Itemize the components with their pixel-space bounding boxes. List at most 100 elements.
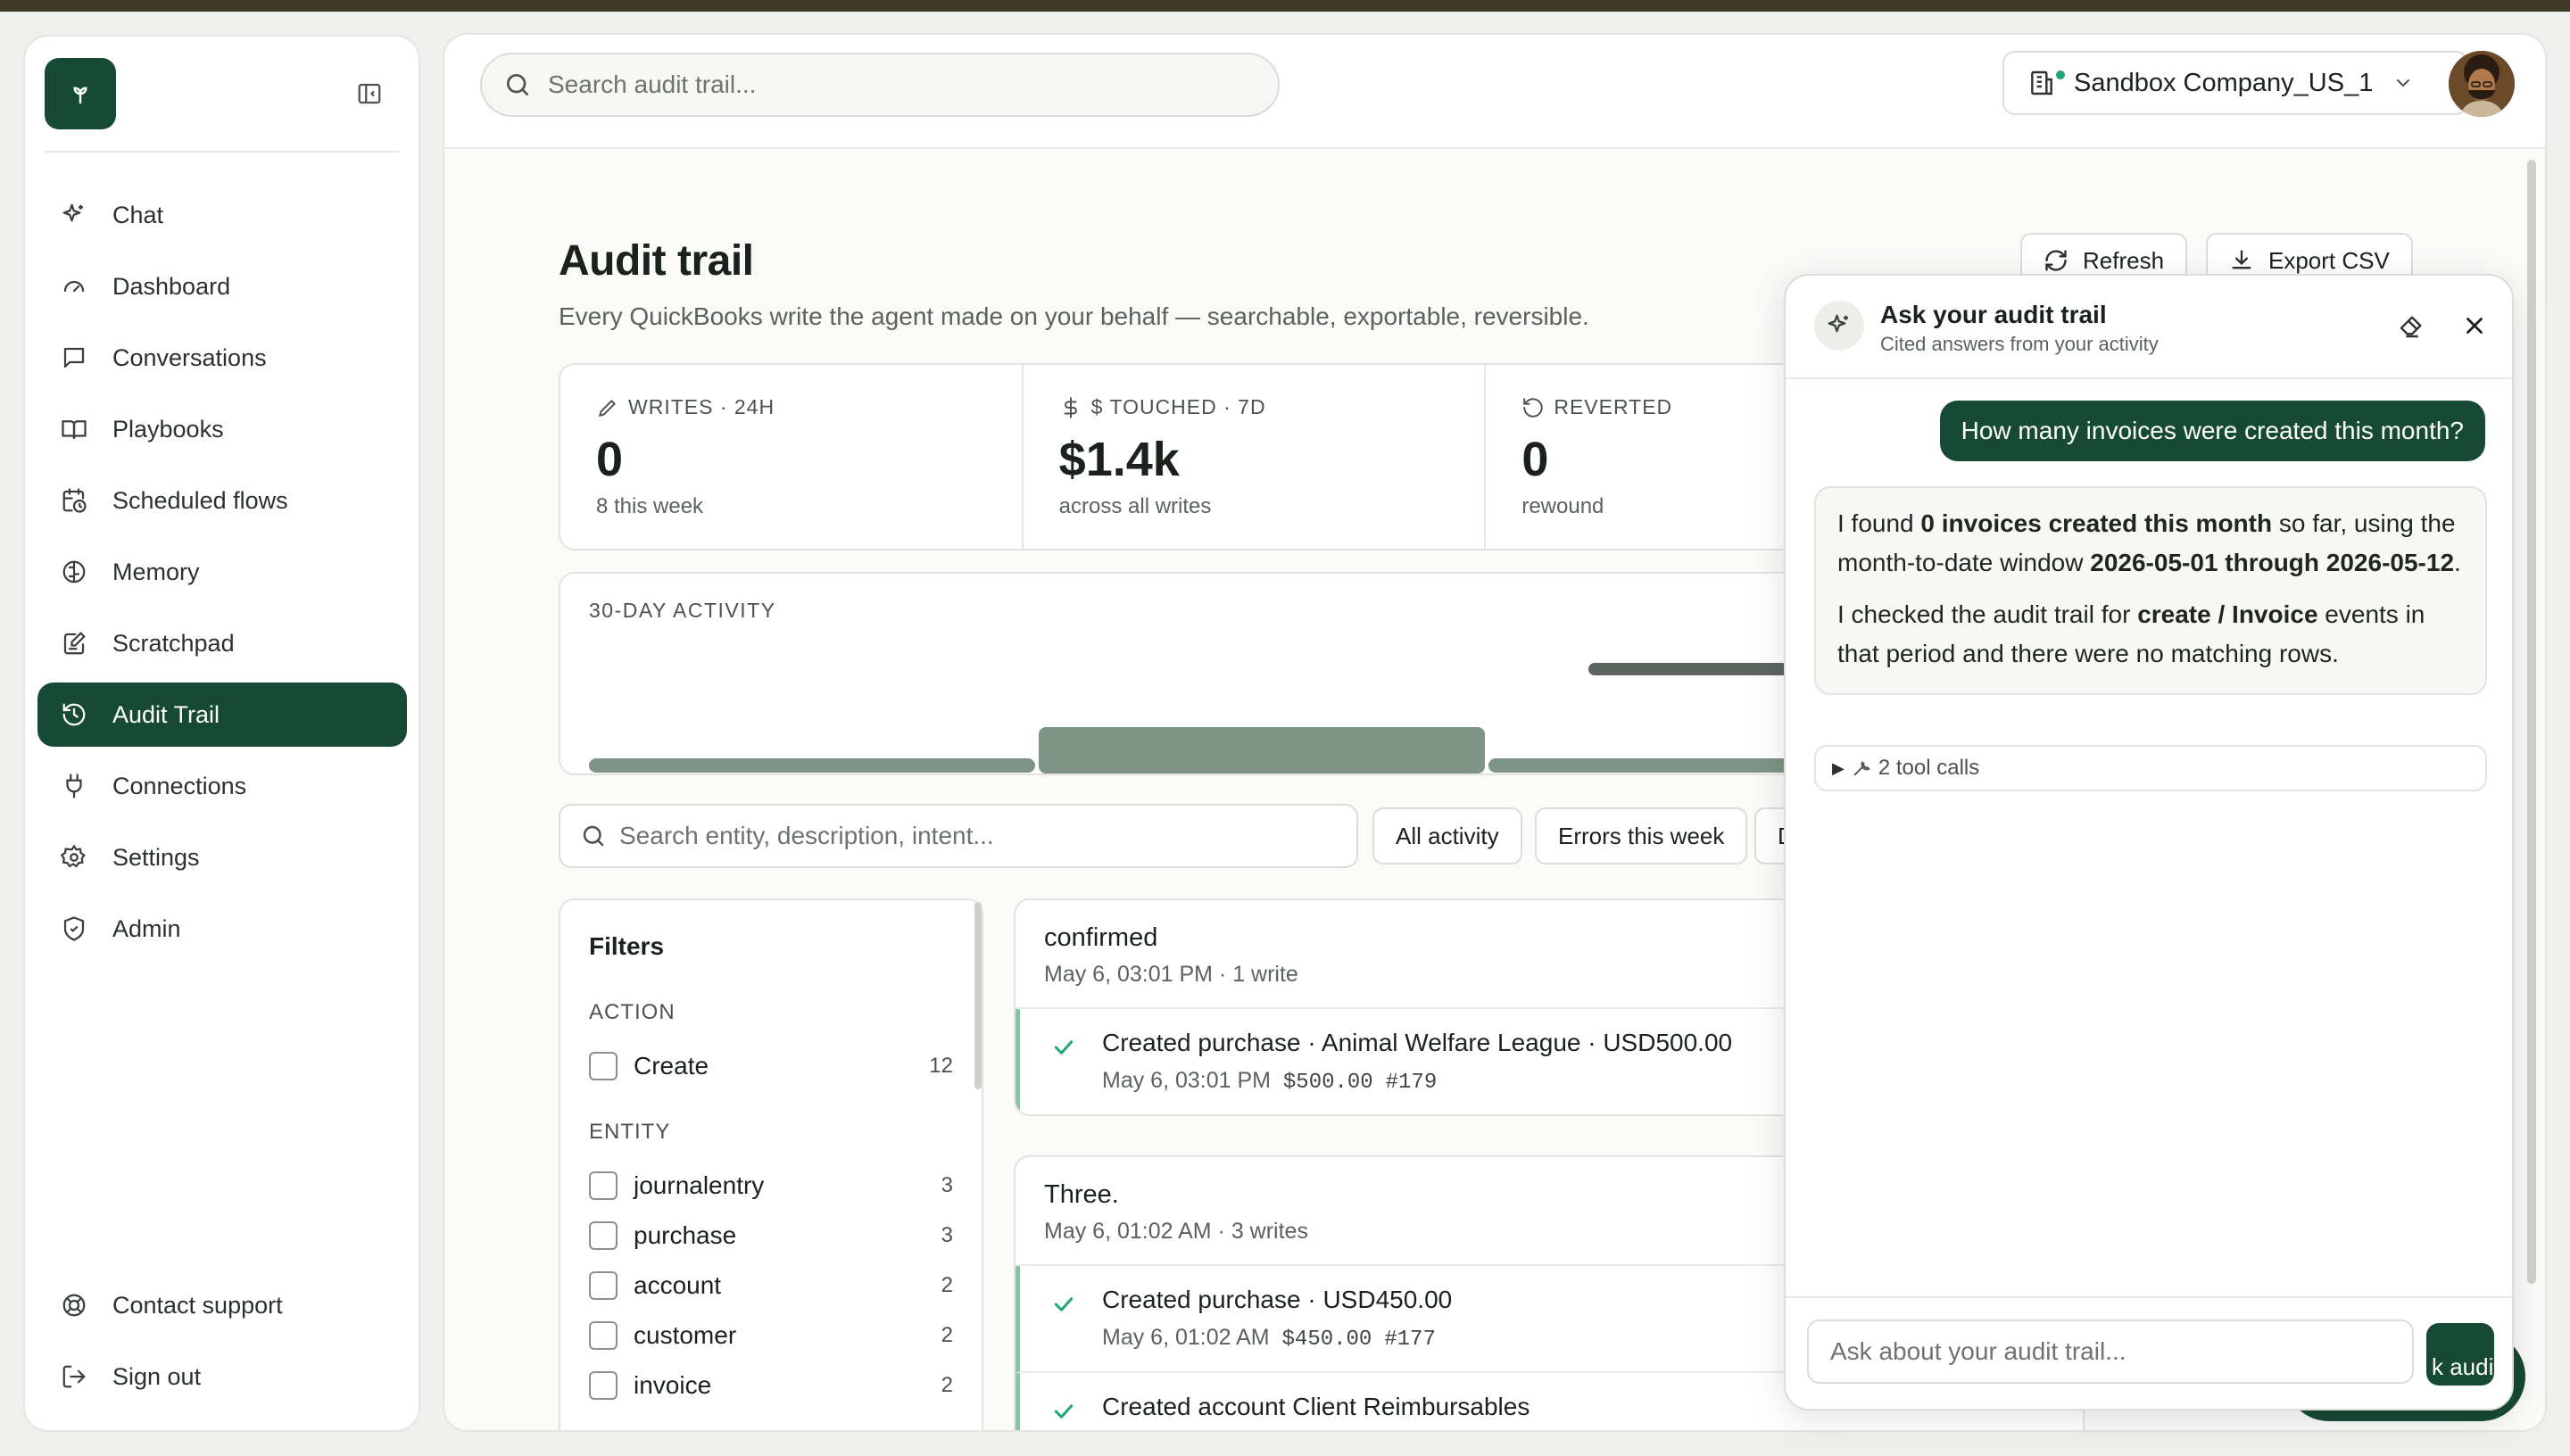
chip-errors-this-week[interactable]: Errors this week <box>1535 807 1748 864</box>
sparkle-icon <box>59 200 89 230</box>
filter-option-account[interactable]: account 2 <box>589 1261 953 1311</box>
gauge-icon <box>59 271 89 302</box>
shield-icon <box>59 914 89 944</box>
checkbox[interactable] <box>589 1221 618 1250</box>
entry-amount: $500.00 <box>1282 1071 1373 1095</box>
entry-ref: #179 <box>1385 1071 1438 1095</box>
sidebar-item-admin[interactable]: Admin <box>37 897 407 961</box>
filter-option-invoice[interactable]: invoice 2 <box>589 1361 953 1410</box>
building-icon <box>2027 69 2056 97</box>
stats-row: WRITES · 24H 0 8 this week $ TOUCHED · 7… <box>559 363 1951 550</box>
checkbox[interactable] <box>589 1171 618 1200</box>
filter-option-label: journalentry <box>634 1171 765 1199</box>
filter-option-count: 2 <box>941 1323 953 1347</box>
sidebar-item-playbooks[interactable]: Playbooks <box>37 397 407 461</box>
chat-footer: k audit <box>1786 1296 2512 1409</box>
filter-option-purchase[interactable]: purchase 3 <box>589 1211 953 1261</box>
sidebar-item-memory[interactable]: Memory <box>37 540 407 604</box>
answer-bold: create / Invoice <box>2137 600 2318 628</box>
sidebar-nav: Chat Dashboard Conversations Playbooks S… <box>37 183 407 968</box>
stat-value: 0 <box>596 433 624 486</box>
sidebar-item-label: Playbooks <box>112 415 224 443</box>
filter-option-count: 3 <box>941 1223 953 1247</box>
stat-label: WRITES · 24H <box>628 395 775 418</box>
wrench-icon <box>1852 758 1871 778</box>
filter-option-count: 3 <box>941 1173 953 1197</box>
company-name: Sandbox Company_US_1 <box>2074 68 2374 97</box>
entry-time: May 6, 03:01 PM <box>1102 1068 1271 1093</box>
filter-option-count: 12 <box>929 1054 953 1078</box>
stat-dollars-touched: $ TOUCHED · 7D $1.4k across all writes <box>1024 365 1487 549</box>
sidebar-item-chat[interactable]: Chat <box>37 183 407 247</box>
sidebar-divider <box>45 151 399 153</box>
filters-title: Filters <box>589 932 665 960</box>
send-peek-label: k audit <box>2432 1353 2494 1380</box>
sidebar-item-audit-trail[interactable]: Audit Trail <box>37 682 407 747</box>
brain-icon <box>59 557 89 587</box>
sidebar-item-scheduled-flows[interactable]: Scheduled flows <box>37 468 407 533</box>
entry-ref: #177 <box>1384 1328 1436 1352</box>
stat-label: $ TOUCHED · 7D <box>1090 395 1266 418</box>
stat-sub: 8 this week <box>596 494 704 518</box>
eraser-icon[interactable] <box>2394 308 2430 343</box>
page-title: Audit trail <box>559 237 754 285</box>
message-icon <box>59 343 89 373</box>
sidebar-item-label: Sign out <box>112 1362 202 1390</box>
checkbox[interactable] <box>589 1321 618 1350</box>
plug-icon <box>59 771 89 801</box>
sidebar-collapse-icon[interactable] <box>353 78 386 110</box>
close-icon[interactable] <box>2457 308 2492 343</box>
answer-bold: 2026-05-01 through 2026-05-12 <box>2090 549 2455 576</box>
entity-search-box[interactable] <box>559 804 1358 868</box>
filters-panel: Filters ACTION Create 12 ENTITY journalen… <box>559 898 983 1430</box>
audit-search-box[interactable] <box>480 53 1280 117</box>
answer-text: I found <box>1837 509 1921 537</box>
sidebar-bottom-nav: Contact support Sign out <box>37 1273 407 1416</box>
checkbox[interactable] <box>589 1371 618 1400</box>
chat-input[interactable] <box>1830 1337 2412 1366</box>
sidebar-item-dashboard[interactable]: Dashboard <box>37 254 407 318</box>
tool-calls-toggle[interactable]: ▶ 2 tool calls <box>1814 745 2487 791</box>
filter-option-journalentry[interactable]: journalentry 3 <box>589 1161 953 1211</box>
answer-bold: 0 invoices created this month <box>1920 509 2273 537</box>
filter-option-label: account <box>634 1271 722 1299</box>
answer-text: I checked the audit trail for <box>1837 600 2138 628</box>
chat-header: Ask your audit trail Cited answers from … <box>1786 276 2512 379</box>
filter-option-label: Create <box>634 1052 709 1080</box>
contact-support-link[interactable]: Contact support <box>37 1273 407 1337</box>
app-window: Chat Dashboard Conversations Playbooks S… <box>0 12 2570 1456</box>
chip-label: Errors this week <box>1558 822 1725 849</box>
sidebar-item-label: Connections <box>112 772 247 799</box>
sign-out-button[interactable]: Sign out <box>37 1344 407 1409</box>
sidebar-item-connections[interactable]: Connections <box>37 754 407 818</box>
calendar-clock-icon <box>59 485 89 516</box>
entity-search-input[interactable] <box>619 822 1356 850</box>
audit-search-input[interactable] <box>548 70 1278 99</box>
sidebar-item-label: Audit Trail <box>112 700 220 728</box>
check-icon <box>1050 1291 1077 1318</box>
activity-chart: 30-DAY ACTIVITY <box>559 572 1951 775</box>
send-button[interactable]: k audit <box>2426 1323 2494 1386</box>
filter-option-create[interactable]: Create 12 <box>589 1041 953 1091</box>
entry-amount: $450.00 <box>1281 1328 1372 1352</box>
chat-input-box[interactable] <box>1807 1320 2414 1384</box>
sidebar-item-settings[interactable]: Settings <box>37 825 407 889</box>
user-avatar[interactable] <box>2449 51 2515 117</box>
chip-all-activity[interactable]: All activity <box>1372 807 1522 864</box>
checkbox[interactable] <box>589 1271 618 1300</box>
sidebar-item-conversations[interactable]: Conversations <box>37 326 407 390</box>
page-scrollbar[interactable] <box>2527 160 2536 1284</box>
sidebar-item-scratchpad[interactable]: Scratchpad <box>37 611 407 675</box>
filter-option-customer[interactable]: customer 2 <box>589 1311 953 1361</box>
sidebar: Chat Dashboard Conversations Playbooks S… <box>23 35 420 1432</box>
checkbox[interactable] <box>589 1052 618 1080</box>
chat-subtitle: Cited answers from your activity <box>1880 333 2159 355</box>
pencil-icon <box>596 396 619 419</box>
company-switcher[interactable]: Sandbox Company_US_1 <box>2002 51 2468 115</box>
check-icon <box>1050 1398 1077 1425</box>
app-logo[interactable] <box>45 58 116 129</box>
filter-option-count: 2 <box>941 1273 953 1297</box>
filters-scrollbar[interactable] <box>974 902 982 1089</box>
user-message: How many invoices were created this mont… <box>1939 401 2485 461</box>
notepad-icon <box>59 628 89 658</box>
